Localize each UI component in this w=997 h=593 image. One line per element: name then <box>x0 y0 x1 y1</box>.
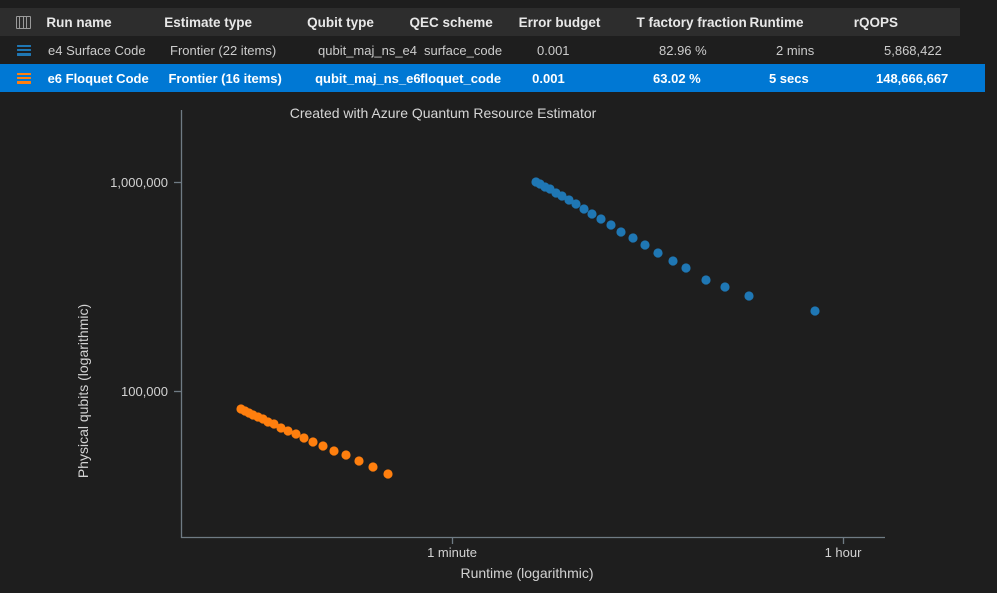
resource-estimator-window: Run name Estimate type Qubit type QEC sc… <box>0 0 997 593</box>
data-point[interactable] <box>810 306 820 316</box>
data-point[interactable] <box>628 233 638 243</box>
cell-rqops: 148,666,667 <box>875 70 949 86</box>
y-tick-label-1000000: 1,000,000 <box>110 175 168 190</box>
column-header-qubit-type[interactable]: Qubit type <box>307 15 409 30</box>
cell-run-name: e6 Floquet Code <box>47 70 149 86</box>
chart-svg: Created with Azure Quantum Resource Esti… <box>75 105 885 581</box>
cell-qubit-type: qubit_maj_ns_e4 <box>318 42 418 58</box>
cell-qubit-type: qubit_maj_ns_e6 <box>315 70 421 86</box>
row-handle-cell[interactable] <box>0 44 48 56</box>
column-header-run-name[interactable]: Run name <box>46 15 164 30</box>
data-point[interactable] <box>571 199 581 209</box>
data-point[interactable] <box>291 429 301 439</box>
column-header-error-budget[interactable]: Error budget <box>519 15 637 30</box>
data-point[interactable] <box>616 227 626 237</box>
table-row[interactable]: e4 Surface Code Frontier (22 items) qubi… <box>0 36 997 64</box>
data-point[interactable] <box>329 446 339 456</box>
cell-t-factory-fraction: 63.02 % <box>653 70 701 86</box>
cell-rqops: 5,868,422 <box>884 42 942 58</box>
series-e4-surface-code <box>236 404 393 479</box>
cell-runtime: 5 secs <box>768 70 809 86</box>
data-point[interactable] <box>653 248 663 258</box>
data-point[interactable] <box>606 220 616 230</box>
column-header-t-factory-fraction[interactable]: T factory fraction <box>636 15 749 30</box>
cell-t-factory-fraction: 82.96 % <box>659 42 707 58</box>
data-point[interactable] <box>720 282 730 292</box>
cell-error-budget: 0.001 <box>537 42 570 58</box>
column-header-runtime[interactable]: Runtime <box>749 15 853 30</box>
data-point[interactable] <box>308 437 318 447</box>
y-tick-label-100000: 100,000 <box>121 384 168 399</box>
chart-title: Created with Azure Quantum Resource Esti… <box>290 105 597 121</box>
data-point[interactable] <box>681 263 691 273</box>
data-point[interactable] <box>668 256 678 266</box>
y-axis-title: Physical qubits (logarithmic) <box>75 304 91 478</box>
series-e6-floquet-code <box>531 177 820 316</box>
cell-runtime: 2 mins <box>776 42 815 58</box>
data-point[interactable] <box>587 209 597 219</box>
cell-estimate-type: Frontier (16 items) <box>168 70 282 86</box>
data-point[interactable] <box>744 291 754 301</box>
cell-run-name: e4 Surface Code <box>48 42 146 58</box>
cell-error-budget: 0.001 <box>532 70 565 86</box>
data-point[interactable] <box>640 240 650 250</box>
columns-icon[interactable] <box>15 15 31 29</box>
x-axis-title: Runtime (logarithmic) <box>460 565 593 581</box>
data-point[interactable] <box>579 204 589 214</box>
data-point[interactable] <box>341 450 351 460</box>
column-settings-cell[interactable] <box>0 15 46 29</box>
cell-qec-scheme: floquet_code <box>420 70 502 86</box>
data-point[interactable] <box>596 214 606 224</box>
x-tick-label-1-minute: 1 minute <box>427 545 477 560</box>
cell-qec-scheme: surface_code <box>424 42 503 58</box>
data-point[interactable] <box>354 456 364 466</box>
row-handle-cell[interactable] <box>0 72 48 84</box>
column-header-estimate-type[interactable]: Estimate type <box>164 15 307 30</box>
scatter-chart: Created with Azure Quantum Resource Esti… <box>0 96 997 593</box>
data-point[interactable] <box>318 441 328 451</box>
data-point[interactable] <box>701 275 711 285</box>
data-point[interactable] <box>283 426 293 436</box>
data-point[interactable] <box>368 462 378 472</box>
data-point[interactable] <box>299 433 309 443</box>
list-bars-icon[interactable] <box>17 44 31 56</box>
data-point[interactable] <box>383 469 393 479</box>
list-bars-icon[interactable] <box>16 72 31 84</box>
cell-estimate-type: Frontier (22 items) <box>170 42 277 58</box>
x-tick-label-1-hour: 1 hour <box>825 545 863 560</box>
table-header-row: Run name Estimate type Qubit type QEC sc… <box>0 8 960 36</box>
column-header-qec-scheme[interactable]: QEC scheme <box>410 15 519 30</box>
results-table: Run name Estimate type Qubit type QEC sc… <box>0 8 997 92</box>
column-header-rqops[interactable]: rQOPS <box>854 15 960 30</box>
table-row-selected[interactable]: e6 Floquet Code Frontier (16 items) qubi… <box>0 64 985 92</box>
